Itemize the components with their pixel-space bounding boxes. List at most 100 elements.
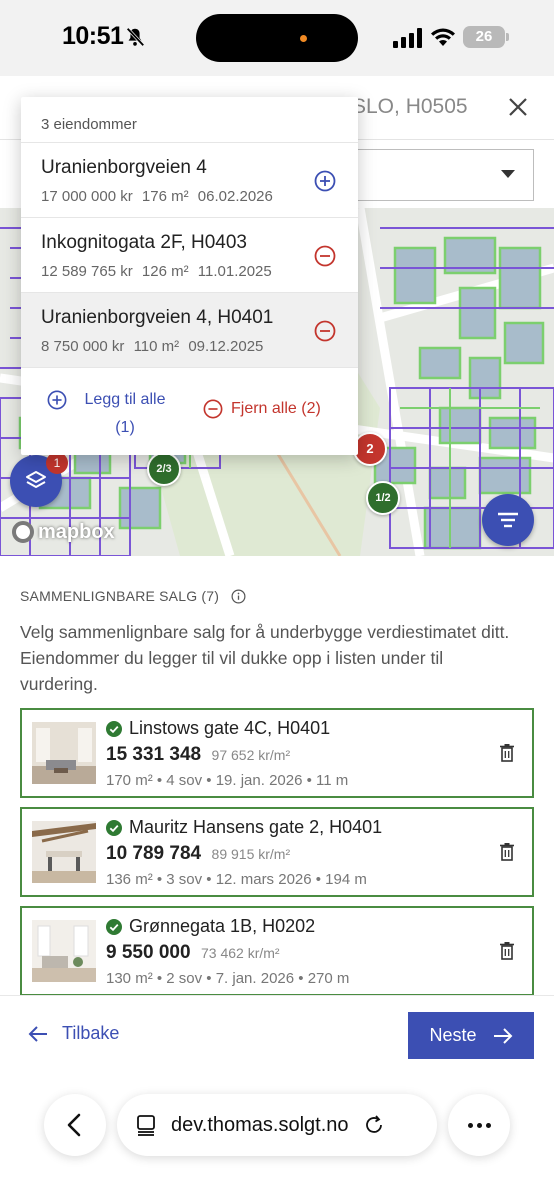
- trash-icon[interactable]: [500, 744, 514, 762]
- mapbox-text: mapbox: [38, 520, 115, 543]
- check-circle-icon: [106, 720, 122, 737]
- sale-card[interactable]: Grønnegata 1B, H0202 9 550 000 73 462 kr…: [20, 906, 534, 996]
- sale-price-per-sqm: 97 652 kr/m²: [211, 747, 291, 763]
- sale-price: 15 331 348: [106, 744, 202, 765]
- sale-address: Mauritz Hansens gate 2, H0401: [129, 817, 383, 837]
- trash-icon[interactable]: [500, 843, 514, 861]
- add-circle-icon: [47, 390, 67, 410]
- close-icon[interactable]: [504, 93, 532, 121]
- more-dot: [485, 1122, 491, 1128]
- sale-card[interactable]: Mauritz Hansens gate 2, H0401 10 789 784…: [20, 807, 534, 897]
- clock: 10:51: [62, 22, 124, 50]
- dropdown-item-price: 17 000 000 kr: [41, 188, 133, 205]
- dropdown-item-price: 12 589 765 kr: [41, 263, 133, 280]
- dropdown-item-area: 110 m²: [133, 338, 180, 355]
- info-icon[interactable]: [231, 589, 246, 604]
- dropdown-item-date: 11.01.2025: [197, 263, 272, 280]
- remove-circle-icon: [203, 399, 223, 419]
- dynamic-island: [196, 14, 358, 62]
- page-icon: [137, 1115, 155, 1136]
- next-button[interactable]: Neste: [408, 1012, 534, 1059]
- property-photo: [32, 920, 96, 982]
- sale-price-per-sqm: 73 462 kr/m²: [200, 945, 280, 961]
- layers-badge: 1: [46, 452, 68, 474]
- dropdown-item[interactable]: Inkognitogata 2F, H0403 12 589 765 kr 12…: [21, 218, 358, 293]
- check-circle-icon: [106, 918, 122, 935]
- more-dot: [476, 1122, 482, 1128]
- sale-address: Linstows gate 4C, H0401: [129, 718, 331, 738]
- sale-price-row: 15 331 348 97 652 kr/m²: [106, 744, 290, 766]
- section-heading-text: SAMMENLIGNBARE SALG (7): [20, 588, 220, 604]
- arrow-right-icon: [493, 1027, 512, 1044]
- more-options-button[interactable]: [448, 1094, 510, 1156]
- add-all-line1: Legg til alle: [84, 391, 166, 408]
- back-button[interactable]: Tilbake: [28, 1023, 119, 1044]
- remove-circle-icon[interactable]: [314, 245, 336, 267]
- url-text: dev.thomas.solgt.no: [171, 1113, 349, 1136]
- dropdown-item[interactable]: Uranienborgveien 4 17 000 000 kr 176 m² …: [21, 143, 358, 218]
- add-all-label: Legg til alle (1): [75, 386, 175, 442]
- remove-circle-icon[interactable]: [314, 320, 336, 342]
- dropdown-item-date: 06.02.2026: [197, 188, 273, 205]
- sale-title-row: Linstows gate 4C, H0401: [106, 718, 330, 739]
- sale-meta: 170 m² • 4 sov • 19. jan. 2026 • 11 m: [106, 772, 349, 789]
- reload-icon[interactable]: [363, 1114, 385, 1136]
- section-heading: SAMMENLIGNBARE SALG (7): [20, 588, 246, 604]
- dropdown-item-selected[interactable]: Uranienborgveien 4, H0401 8 750 000 kr 1…: [21, 293, 358, 368]
- remove-all-label: Fjern alle (2): [231, 400, 321, 417]
- property-photo: [32, 821, 96, 883]
- dropdown-footer: Legg til alle (1) Fjern alle (2): [21, 368, 358, 454]
- arrow-left-icon: [28, 1025, 47, 1042]
- status-bar: 10:51 26: [0, 0, 554, 76]
- sale-price-per-sqm: 89 915 kr/m²: [211, 846, 291, 862]
- sale-title-row: Mauritz Hansens gate 2, H0401: [106, 817, 382, 838]
- remove-all-button[interactable]: Fjern alle (2): [203, 399, 321, 419]
- dropdown-item-area: 176 m²: [141, 188, 189, 205]
- map-filter-button[interactable]: [482, 494, 534, 546]
- mapbox-logo: mapbox: [12, 518, 115, 546]
- sale-price-row: 9 550 000 73 462 kr/m²: [106, 942, 280, 964]
- sale-price: 10 789 784: [106, 843, 202, 864]
- dropdown-item-meta: 12 589 765 kr 126 m² 11.01.2025: [41, 263, 358, 280]
- filter-icon: [498, 512, 518, 528]
- sale-price: 9 550 000: [106, 942, 191, 963]
- map-cluster-marker[interactable]: 2/3: [147, 452, 181, 486]
- privacy-indicator: [300, 35, 307, 42]
- dropdown-item-meta: 8 750 000 kr 110 m² 09.12.2025: [41, 338, 358, 355]
- trash-icon[interactable]: [500, 942, 514, 960]
- sale-meta: 130 m² • 2 sov • 7. jan. 2026 • 270 m: [106, 970, 350, 987]
- mapbox-mark-icon: [12, 521, 34, 543]
- dropdown-item-meta: 17 000 000 kr 176 m² 06.02.2026: [41, 188, 358, 205]
- sale-address: Grønnegata 1B, H0202: [129, 916, 316, 936]
- dropdown-item-area: 126 m²: [141, 263, 189, 280]
- header-title: SLO, H0505: [352, 95, 468, 118]
- dropdown-item-date: 09.12.2025: [188, 338, 264, 355]
- more-dot: [467, 1122, 473, 1128]
- sale-meta: 136 m² • 3 sov • 12. mars 2026 • 194 m: [106, 871, 367, 888]
- check-circle-icon: [106, 819, 122, 836]
- bell-off-icon: [126, 27, 145, 47]
- property-dropdown: 3 eiendommer Uranienborgveien 4 17 000 0…: [21, 97, 358, 455]
- add-all-line2: (1): [115, 419, 135, 436]
- browser-back-button[interactable]: [44, 1094, 106, 1156]
- dropdown-item-price: 8 750 000 kr: [41, 338, 125, 355]
- section-description: Velg sammenlignbare salg for å underbygg…: [20, 622, 510, 694]
- add-all-button[interactable]: Legg til alle (1): [47, 386, 197, 442]
- battery-indicator: 26: [463, 26, 505, 48]
- property-photo: [32, 722, 96, 784]
- dropdown-item-name: Uranienborgveien 4, H0401: [41, 307, 274, 328]
- battery-cap: [506, 33, 509, 41]
- chevron-down-icon[interactable]: [501, 170, 515, 178]
- wifi-icon: [431, 28, 455, 46]
- sale-card[interactable]: Linstows gate 4C, H0401 15 331 348 97 65…: [20, 708, 534, 798]
- map-cluster-marker[interactable]: 1/2: [366, 481, 400, 515]
- dropdown-item-name: Inkognitogata 2F, H0403: [41, 232, 247, 253]
- sale-title-row: Grønnegata 1B, H0202: [106, 916, 315, 937]
- next-label: Neste: [429, 1025, 477, 1045]
- address-bar[interactable]: dev.thomas.solgt.no: [117, 1094, 437, 1156]
- signal-icon: [393, 28, 422, 48]
- sale-price-row: 10 789 784 89 915 kr/m²: [106, 843, 290, 865]
- add-circle-icon[interactable]: [314, 170, 336, 192]
- map-cluster-marker[interactable]: 2: [353, 432, 387, 466]
- dropdown-item-name: Uranienborgveien 4: [41, 157, 207, 178]
